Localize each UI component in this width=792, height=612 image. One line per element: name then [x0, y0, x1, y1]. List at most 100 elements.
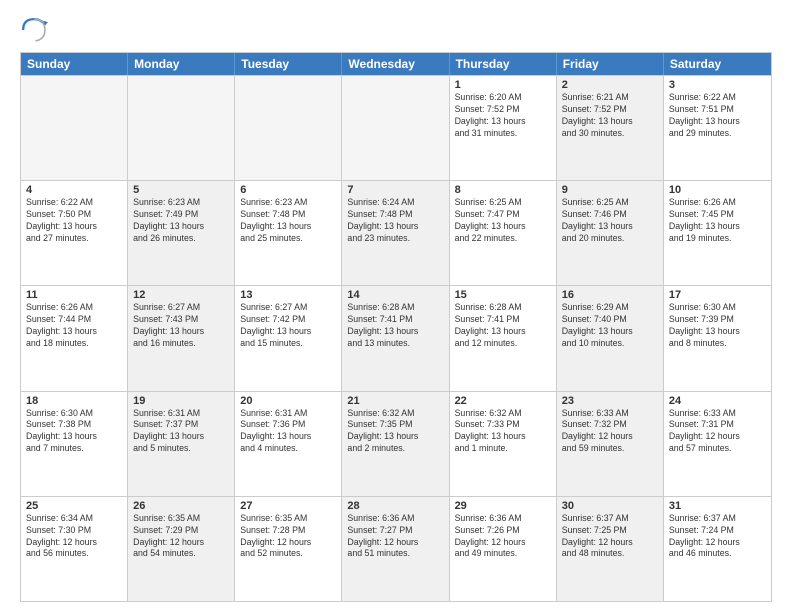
day-cell-21: 21Sunrise: 6:32 AM Sunset: 7:35 PM Dayli…	[342, 392, 449, 496]
day-info: Sunrise: 6:26 AM Sunset: 7:44 PM Dayligh…	[26, 302, 122, 350]
logo	[20, 16, 52, 44]
day-cell-19: 19Sunrise: 6:31 AM Sunset: 7:37 PM Dayli…	[128, 392, 235, 496]
day-number: 23	[562, 395, 658, 407]
week-row-4: 18Sunrise: 6:30 AM Sunset: 7:38 PM Dayli…	[21, 391, 771, 496]
day-number: 28	[347, 500, 443, 512]
page: SundayMondayTuesdayWednesdayThursdayFrid…	[0, 0, 792, 612]
day-number: 6	[240, 184, 336, 196]
day-number: 8	[455, 184, 551, 196]
day-number: 18	[26, 395, 122, 407]
day-info: Sunrise: 6:34 AM Sunset: 7:30 PM Dayligh…	[26, 513, 122, 561]
day-info: Sunrise: 6:32 AM Sunset: 7:35 PM Dayligh…	[347, 408, 443, 456]
day-number: 2	[562, 79, 658, 91]
day-number: 14	[347, 289, 443, 301]
header-monday: Monday	[128, 53, 235, 75]
day-cell-3: 3Sunrise: 6:22 AM Sunset: 7:51 PM Daylig…	[664, 76, 771, 180]
empty-cell-0-3	[342, 76, 449, 180]
day-info: Sunrise: 6:37 AM Sunset: 7:25 PM Dayligh…	[562, 513, 658, 561]
day-cell-24: 24Sunrise: 6:33 AM Sunset: 7:31 PM Dayli…	[664, 392, 771, 496]
day-cell-10: 10Sunrise: 6:26 AM Sunset: 7:45 PM Dayli…	[664, 181, 771, 285]
day-info: Sunrise: 6:28 AM Sunset: 7:41 PM Dayligh…	[455, 302, 551, 350]
day-cell-14: 14Sunrise: 6:28 AM Sunset: 7:41 PM Dayli…	[342, 286, 449, 390]
day-info: Sunrise: 6:37 AM Sunset: 7:24 PM Dayligh…	[669, 513, 766, 561]
day-number: 5	[133, 184, 229, 196]
day-number: 11	[26, 289, 122, 301]
day-cell-6: 6Sunrise: 6:23 AM Sunset: 7:48 PM Daylig…	[235, 181, 342, 285]
day-info: Sunrise: 6:24 AM Sunset: 7:48 PM Dayligh…	[347, 197, 443, 245]
day-cell-31: 31Sunrise: 6:37 AM Sunset: 7:24 PM Dayli…	[664, 497, 771, 601]
header-thursday: Thursday	[450, 53, 557, 75]
day-number: 26	[133, 500, 229, 512]
day-number: 12	[133, 289, 229, 301]
day-number: 3	[669, 79, 766, 91]
day-cell-29: 29Sunrise: 6:36 AM Sunset: 7:26 PM Dayli…	[450, 497, 557, 601]
day-number: 21	[347, 395, 443, 407]
day-cell-25: 25Sunrise: 6:34 AM Sunset: 7:30 PM Dayli…	[21, 497, 128, 601]
header-friday: Friday	[557, 53, 664, 75]
day-info: Sunrise: 6:36 AM Sunset: 7:27 PM Dayligh…	[347, 513, 443, 561]
day-number: 24	[669, 395, 766, 407]
day-info: Sunrise: 6:33 AM Sunset: 7:32 PM Dayligh…	[562, 408, 658, 456]
day-number: 19	[133, 395, 229, 407]
day-info: Sunrise: 6:27 AM Sunset: 7:42 PM Dayligh…	[240, 302, 336, 350]
day-info: Sunrise: 6:30 AM Sunset: 7:39 PM Dayligh…	[669, 302, 766, 350]
day-info: Sunrise: 6:23 AM Sunset: 7:48 PM Dayligh…	[240, 197, 336, 245]
logo-icon	[20, 16, 48, 44]
day-info: Sunrise: 6:23 AM Sunset: 7:49 PM Dayligh…	[133, 197, 229, 245]
day-info: Sunrise: 6:22 AM Sunset: 7:51 PM Dayligh…	[669, 92, 766, 140]
day-info: Sunrise: 6:25 AM Sunset: 7:46 PM Dayligh…	[562, 197, 658, 245]
empty-cell-0-0	[21, 76, 128, 180]
day-cell-7: 7Sunrise: 6:24 AM Sunset: 7:48 PM Daylig…	[342, 181, 449, 285]
day-cell-5: 5Sunrise: 6:23 AM Sunset: 7:49 PM Daylig…	[128, 181, 235, 285]
day-cell-12: 12Sunrise: 6:27 AM Sunset: 7:43 PM Dayli…	[128, 286, 235, 390]
header-saturday: Saturday	[664, 53, 771, 75]
week-row-1: 1Sunrise: 6:20 AM Sunset: 7:52 PM Daylig…	[21, 75, 771, 180]
day-info: Sunrise: 6:31 AM Sunset: 7:36 PM Dayligh…	[240, 408, 336, 456]
day-cell-16: 16Sunrise: 6:29 AM Sunset: 7:40 PM Dayli…	[557, 286, 664, 390]
header-sunday: Sunday	[21, 53, 128, 75]
day-cell-27: 27Sunrise: 6:35 AM Sunset: 7:28 PM Dayli…	[235, 497, 342, 601]
day-info: Sunrise: 6:29 AM Sunset: 7:40 PM Dayligh…	[562, 302, 658, 350]
day-info: Sunrise: 6:21 AM Sunset: 7:52 PM Dayligh…	[562, 92, 658, 140]
day-number: 7	[347, 184, 443, 196]
day-info: Sunrise: 6:35 AM Sunset: 7:29 PM Dayligh…	[133, 513, 229, 561]
week-row-3: 11Sunrise: 6:26 AM Sunset: 7:44 PM Dayli…	[21, 285, 771, 390]
day-cell-30: 30Sunrise: 6:37 AM Sunset: 7:25 PM Dayli…	[557, 497, 664, 601]
day-info: Sunrise: 6:28 AM Sunset: 7:41 PM Dayligh…	[347, 302, 443, 350]
day-number: 25	[26, 500, 122, 512]
day-number: 16	[562, 289, 658, 301]
empty-cell-0-2	[235, 76, 342, 180]
day-cell-28: 28Sunrise: 6:36 AM Sunset: 7:27 PM Dayli…	[342, 497, 449, 601]
day-info: Sunrise: 6:26 AM Sunset: 7:45 PM Dayligh…	[669, 197, 766, 245]
day-number: 20	[240, 395, 336, 407]
day-number: 15	[455, 289, 551, 301]
day-cell-26: 26Sunrise: 6:35 AM Sunset: 7:29 PM Dayli…	[128, 497, 235, 601]
empty-cell-0-1	[128, 76, 235, 180]
day-info: Sunrise: 6:25 AM Sunset: 7:47 PM Dayligh…	[455, 197, 551, 245]
day-cell-18: 18Sunrise: 6:30 AM Sunset: 7:38 PM Dayli…	[21, 392, 128, 496]
day-number: 4	[26, 184, 122, 196]
day-info: Sunrise: 6:36 AM Sunset: 7:26 PM Dayligh…	[455, 513, 551, 561]
day-number: 13	[240, 289, 336, 301]
day-info: Sunrise: 6:32 AM Sunset: 7:33 PM Dayligh…	[455, 408, 551, 456]
day-cell-9: 9Sunrise: 6:25 AM Sunset: 7:46 PM Daylig…	[557, 181, 664, 285]
day-info: Sunrise: 6:35 AM Sunset: 7:28 PM Dayligh…	[240, 513, 336, 561]
day-cell-23: 23Sunrise: 6:33 AM Sunset: 7:32 PM Dayli…	[557, 392, 664, 496]
day-cell-8: 8Sunrise: 6:25 AM Sunset: 7:47 PM Daylig…	[450, 181, 557, 285]
day-info: Sunrise: 6:27 AM Sunset: 7:43 PM Dayligh…	[133, 302, 229, 350]
day-number: 17	[669, 289, 766, 301]
day-number: 31	[669, 500, 766, 512]
header-wednesday: Wednesday	[342, 53, 449, 75]
day-number: 10	[669, 184, 766, 196]
day-cell-20: 20Sunrise: 6:31 AM Sunset: 7:36 PM Dayli…	[235, 392, 342, 496]
day-info: Sunrise: 6:31 AM Sunset: 7:37 PM Dayligh…	[133, 408, 229, 456]
day-cell-22: 22Sunrise: 6:32 AM Sunset: 7:33 PM Dayli…	[450, 392, 557, 496]
day-cell-13: 13Sunrise: 6:27 AM Sunset: 7:42 PM Dayli…	[235, 286, 342, 390]
day-info: Sunrise: 6:20 AM Sunset: 7:52 PM Dayligh…	[455, 92, 551, 140]
day-info: Sunrise: 6:22 AM Sunset: 7:50 PM Dayligh…	[26, 197, 122, 245]
calendar: SundayMondayTuesdayWednesdayThursdayFrid…	[20, 52, 772, 602]
day-number: 1	[455, 79, 551, 91]
day-number: 27	[240, 500, 336, 512]
calendar-header: SundayMondayTuesdayWednesdayThursdayFrid…	[21, 53, 771, 75]
week-row-2: 4Sunrise: 6:22 AM Sunset: 7:50 PM Daylig…	[21, 180, 771, 285]
